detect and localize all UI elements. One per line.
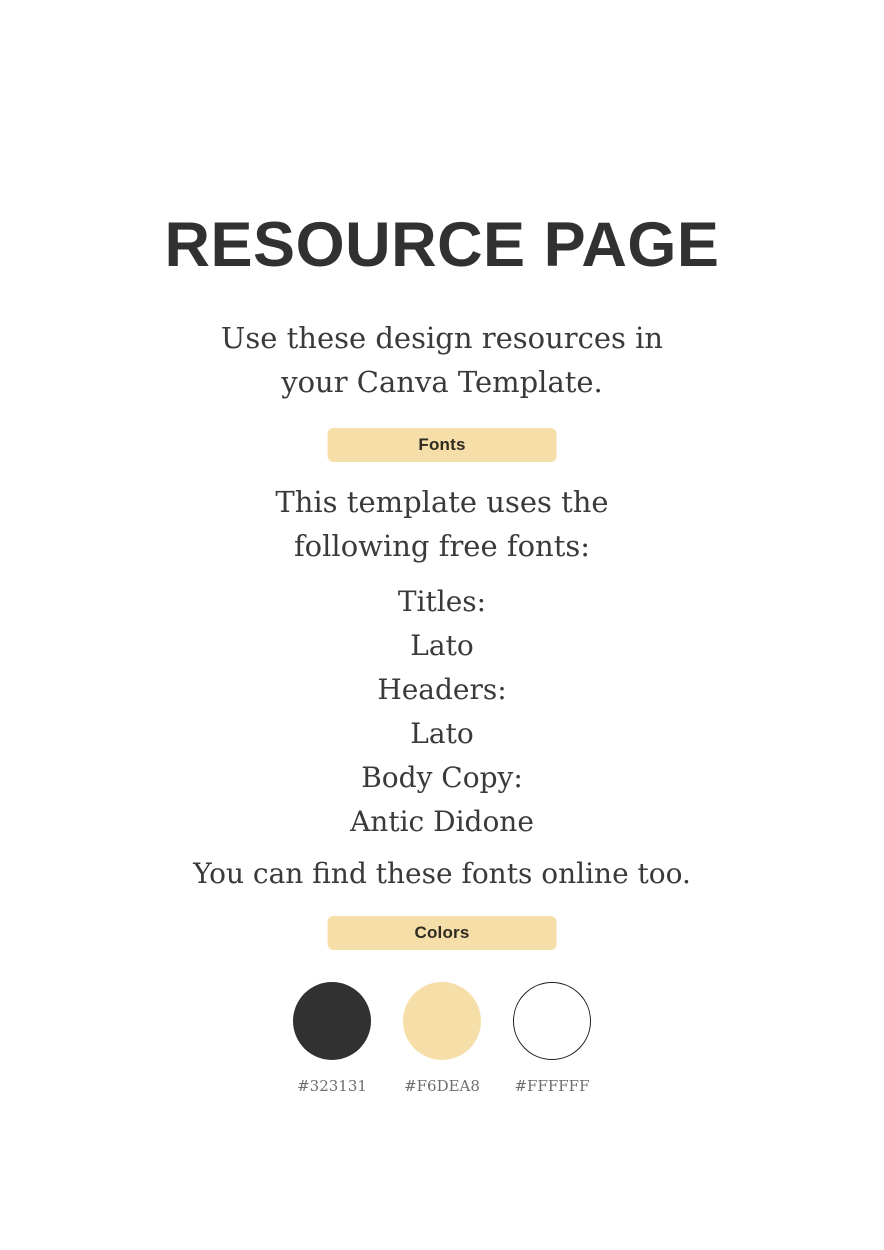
titles-label: Titles: (397, 585, 487, 618)
titles-font-name: Lato (410, 629, 474, 662)
font-list: Titles: Lato Headers: Lato Body Copy: An… (0, 580, 884, 844)
color-swatch-dot-tan (403, 982, 481, 1060)
fonts-intro-line-2: following free fonts: (293, 529, 591, 563)
fonts-intro-line-1: This template uses the (275, 485, 609, 519)
fonts-closing-note: You can find these fonts online too. (193, 857, 691, 890)
headers-font-name: Lato (410, 717, 474, 750)
headers-label: Headers: (377, 673, 507, 706)
intro-line-1: Use these design resources in (220, 321, 664, 355)
colors-section-badge: Colors (327, 916, 557, 950)
color-swatch: #FFFFFF (505, 982, 599, 1095)
fonts-section-badge-label: Fonts (418, 435, 466, 454)
color-swatch: #F6DEA8 (395, 982, 489, 1095)
color-swatch-hex-label: #F6DEA8 (404, 1077, 480, 1095)
color-swatch-hex-label: #323131 (297, 1077, 367, 1095)
intro-line-2: your Canva Template. (281, 365, 603, 399)
color-swatch-hex-label: #FFFFFF (514, 1077, 590, 1095)
page-title: RESOURCE PAGE (164, 210, 720, 280)
fonts-intro-paragraph: This template uses the following free fo… (0, 480, 884, 568)
resource-page: RESOURCE PAGE Use these design resources… (0, 0, 884, 1250)
fonts-section-badge: Fonts (327, 428, 557, 462)
color-swatch-dot-charcoal (293, 982, 371, 1060)
body-copy-font-name: Antic Didone (350, 805, 534, 838)
color-swatch-dot-white (513, 982, 591, 1060)
color-swatch-list: #323131 #F6DEA8 #FFFFFF (0, 982, 884, 1095)
body-copy-label: Body Copy: (361, 761, 523, 794)
intro-paragraph: Use these design resources in your Canva… (0, 316, 884, 404)
color-swatch: #323131 (285, 982, 379, 1095)
colors-section-badge-label: Colors (414, 923, 470, 942)
